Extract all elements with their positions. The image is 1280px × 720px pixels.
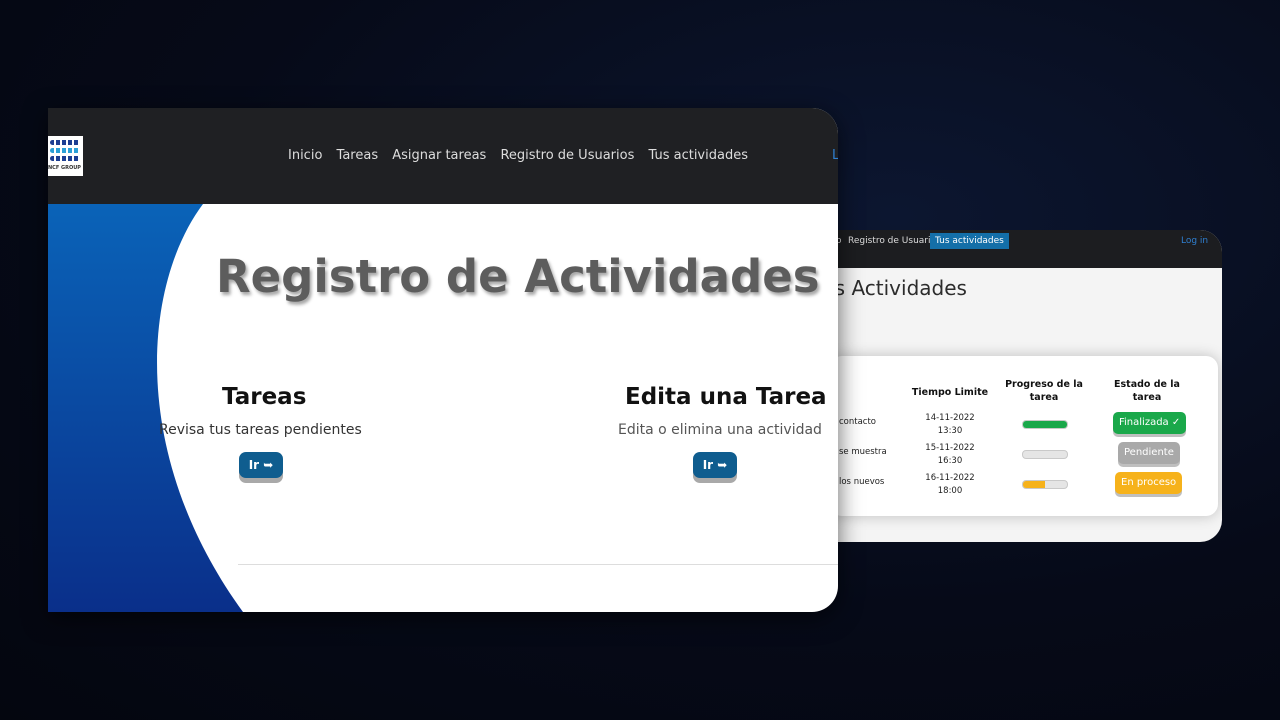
page-title: us Actividades xyxy=(822,276,967,300)
section-title-edita-tarea: Edita una Tarea xyxy=(625,384,827,410)
login-link[interactable]: L xyxy=(832,148,838,163)
task-deadline: 15-11-2022 16:30 xyxy=(910,442,990,468)
progress-bar xyxy=(1022,480,1068,489)
status-badge-finalizada[interactable]: Finalizada ✓ xyxy=(1113,412,1187,434)
table-row: los nuevos 16-11-2022 18:00 En proceso xyxy=(830,472,1218,502)
logo-dots-row xyxy=(50,148,80,153)
section-subtitle-edita-tarea: Edita o elimina una actividad xyxy=(618,422,822,438)
nav-link-registro-usuarios[interactable]: Registro de Usuarios xyxy=(848,233,941,249)
status-badge-en-proceso[interactable]: En proceso xyxy=(1115,472,1183,494)
login-link[interactable]: Log in xyxy=(1181,233,1208,249)
logo-text: NCF GROUP xyxy=(48,165,81,171)
table-row: contacto 14-11-2022 13:30 Finalizada ✓ xyxy=(830,412,1218,442)
main-content: Registro de Actividades Tareas Revisa tu… xyxy=(48,204,838,612)
table-row: se muestra 15-11-2022 16:30 Pendiente xyxy=(830,442,1218,472)
back-window: o Registro de Usuarios Tus actividades L… xyxy=(800,230,1222,542)
deadline-time: 18:00 xyxy=(937,486,963,496)
task-deadline: 14-11-2022 13:30 xyxy=(910,412,990,438)
progress-bar xyxy=(1022,450,1068,459)
deadline-date: 16-11-2022 xyxy=(925,473,975,483)
nav-link-tareas[interactable]: Tareas xyxy=(337,148,379,163)
page-title: Registro de Actividades xyxy=(216,250,820,303)
column-header-progress: Progreso de la tarea xyxy=(1005,379,1083,403)
section-title-tareas: Tareas xyxy=(222,384,307,410)
logo-dots-row xyxy=(50,156,80,161)
deadline-time: 16:30 xyxy=(937,456,963,466)
nav-links: Inicio Tareas Asignar tareas Registro de… xyxy=(288,148,758,166)
progress-fill xyxy=(1023,481,1045,488)
front-window: NCF GROUP Inicio Tareas Asignar tareas R… xyxy=(48,108,838,612)
divider xyxy=(238,564,838,565)
task-description: los nuevos xyxy=(839,477,885,487)
logo-dots-row xyxy=(50,140,80,145)
company-logo[interactable]: NCF GROUP xyxy=(48,136,83,176)
back-navbar: o Registro de Usuarios Tus actividades L… xyxy=(800,230,1222,268)
nav-link-tus-actividades[interactable]: Tus actividades xyxy=(649,148,748,163)
status-badge-pendiente[interactable]: Pendiente xyxy=(1118,442,1180,464)
go-tareas-button[interactable]: Ir ➥ xyxy=(239,452,283,478)
nav-link-inicio[interactable]: Inicio xyxy=(288,148,322,163)
nav-link-registro-usuarios[interactable]: Registro de Usuarios xyxy=(500,148,634,163)
activities-table-card: n Tiempo Limite Progreso de la tarea Est… xyxy=(828,356,1218,516)
nav-link-asignar-tareas[interactable]: Asignar tareas xyxy=(392,148,486,163)
task-description: contacto xyxy=(839,417,877,427)
go-edita-tarea-button[interactable]: Ir ➥ xyxy=(693,452,737,478)
deadline-date: 15-11-2022 xyxy=(925,443,975,453)
deadline-time: 13:30 xyxy=(937,426,963,436)
nav-link-tus-actividades-active[interactable]: Tus actividades xyxy=(930,233,1009,249)
column-header-deadline: Tiempo Limite xyxy=(911,387,989,398)
front-navbar: NCF GROUP Inicio Tareas Asignar tareas R… xyxy=(48,108,838,204)
progress-fill xyxy=(1023,421,1067,428)
task-description: se muestra xyxy=(839,447,887,457)
progress-bar xyxy=(1022,420,1068,429)
task-deadline: 16-11-2022 18:00 xyxy=(910,472,990,498)
column-header-status: Estado de la tarea xyxy=(1114,379,1180,403)
deadline-date: 14-11-2022 xyxy=(925,413,975,423)
section-subtitle-tareas: Revisa tus tareas pendientes xyxy=(159,422,362,438)
